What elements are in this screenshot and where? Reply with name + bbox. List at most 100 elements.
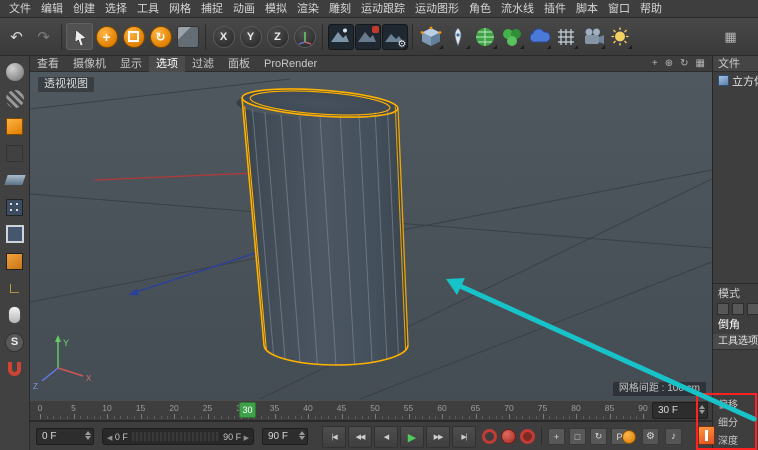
edges-mode-button[interactable] (4, 223, 26, 245)
param-row[interactable]: 深度 (713, 434, 758, 450)
viewport-menu-item[interactable]: 过滤 (185, 56, 221, 72)
prev-key-button[interactable]: ◀◀ (348, 426, 372, 448)
range-start-field[interactable]: 0 F (36, 428, 94, 445)
switch-view-icon[interactable]: ▦ (696, 56, 705, 72)
rotate-view-icon[interactable]: ↻ (680, 56, 688, 72)
viewport-menu-item[interactable]: ProRender (257, 56, 324, 72)
light-button[interactable] (606, 23, 633, 50)
magnet-snap-button[interactable] (4, 358, 26, 380)
viewport-menu-item[interactable]: 面板 (221, 56, 257, 72)
attribute-mode-menu[interactable]: 模式 (713, 286, 758, 302)
undo-button[interactable]: ↶ (3, 23, 30, 50)
record-scale-button[interactable]: □ (569, 428, 586, 445)
goto-end-button[interactable]: ▶| (452, 426, 476, 448)
solo-button[interactable] (622, 430, 636, 444)
selection-tool-button[interactable] (66, 23, 93, 50)
range-left-handle[interactable]: ◀ 0 F (107, 432, 128, 442)
menubar-item[interactable]: 文件 (4, 0, 36, 18)
render-settings-button[interactable]: ⚙ (381, 23, 408, 50)
viewport-solo-button[interactable] (4, 304, 26, 326)
render-view-button[interactable] (327, 23, 354, 50)
render-picture-viewer-button[interactable] (354, 23, 381, 50)
frame-stepper[interactable] (699, 405, 705, 414)
timeline-playhead[interactable]: 30 (239, 402, 256, 418)
enable-axis-button[interactable]: ∟ (4, 277, 26, 299)
keyframe-selection-button[interactable] (520, 429, 535, 444)
autokey-button[interactable] (501, 429, 516, 444)
menubar-item[interactable]: 网格 (164, 0, 196, 18)
timeline-ruler[interactable]: 051015202530354045505560657075808590 30 … (30, 400, 712, 421)
param-row[interactable]: 细分 (713, 416, 758, 432)
keyframe-options-button[interactable] (698, 426, 715, 445)
menubar-item[interactable]: 渲染 (292, 0, 324, 18)
workplane-mode-button[interactable] (4, 169, 26, 191)
menubar-item[interactable]: 脚本 (571, 0, 603, 18)
range-end-field[interactable]: 90 F (262, 428, 308, 445)
volume-button[interactable] (525, 23, 552, 50)
view-label[interactable]: 透视视图 (38, 77, 94, 92)
sound-button[interactable]: ♪ (665, 428, 682, 445)
record-keyframe-button[interactable] (482, 429, 497, 444)
coord-system-button[interactable] (291, 23, 318, 50)
menubar-item[interactable]: 运动跟踪 (356, 0, 410, 18)
viewport-menu-item[interactable]: 摄像机 (66, 56, 113, 72)
model-mode-button[interactable] (4, 115, 26, 137)
menubar-item[interactable]: 角色 (464, 0, 496, 18)
snap-toggle-button[interactable]: S (4, 331, 26, 353)
menubar-item[interactable]: 工具 (132, 0, 164, 18)
menubar-item[interactable]: 帮助 (635, 0, 667, 18)
viewport-menu-item[interactable]: 显示 (113, 56, 149, 72)
play-button[interactable]: ▶ (400, 426, 424, 448)
tab-tool-options[interactable]: 工具选项 (713, 334, 758, 350)
menubar-item[interactable]: 运动图形 (410, 0, 464, 18)
keying-settings-button[interactable]: ⚙ (642, 428, 659, 445)
points-mode-button[interactable] (4, 196, 26, 218)
menubar-item[interactable]: 插件 (539, 0, 571, 18)
current-tool-button[interactable] (174, 23, 201, 50)
record-rotation-button[interactable]: ↻ (590, 428, 607, 445)
menubar-item[interactable]: 选择 (100, 0, 132, 18)
zoom-view-icon[interactable]: ⊕ (665, 56, 673, 72)
rotate-tool-button[interactable]: ↻ (147, 23, 174, 50)
scale-tool-button[interactable] (120, 23, 147, 50)
menubar-item[interactable]: 创建 (68, 0, 100, 18)
object-manager-file-menu[interactable]: 文件 (713, 56, 758, 72)
lock-y-button[interactable]: Y (237, 23, 264, 50)
redo-button[interactable]: ↷ (30, 23, 57, 50)
mograph-button[interactable] (498, 23, 525, 50)
start-stepper[interactable] (85, 431, 91, 440)
end-stepper[interactable] (299, 431, 305, 440)
menubar-item[interactable]: 捕捉 (196, 0, 228, 18)
menubar-item[interactable]: 窗口 (603, 0, 635, 18)
attribute-tab-icon[interactable] (717, 303, 729, 315)
viewport-menu-item[interactable]: 选项 (149, 56, 185, 72)
layout-panel-button[interactable]: ▦ (717, 23, 744, 50)
range-grip[interactable] (132, 432, 219, 441)
camera-button[interactable] (579, 23, 606, 50)
viewport-menu-item[interactable]: 查看 (30, 56, 66, 72)
menubar-item[interactable]: 雕刻 (324, 0, 356, 18)
move-tool-button[interactable]: + (93, 23, 120, 50)
attribute-tab-icon[interactable] (732, 303, 744, 315)
goto-start-button[interactable]: |◀ (322, 426, 346, 448)
preview-range-slider[interactable]: ◀ 0 F 90 F ▶ (102, 428, 254, 445)
menubar-item[interactable]: 模拟 (260, 0, 292, 18)
spline-pen-button[interactable] (444, 23, 471, 50)
menubar-item[interactable]: 动画 (228, 0, 260, 18)
polygons-mode-button[interactable] (4, 250, 26, 272)
menubar-item[interactable]: 编辑 (36, 0, 68, 18)
object-list-item[interactable]: 立方体 (713, 74, 758, 90)
next-frame-button[interactable]: ▶▶ (426, 426, 450, 448)
viewport-3d[interactable]: Y X Z 透视视图 网格间距 : 100 cm (30, 72, 712, 400)
cube-primitive-button[interactable] (417, 23, 444, 50)
field-grid-button[interactable] (552, 23, 579, 50)
attribute-tab-icon[interactable] (747, 303, 758, 315)
texture-mode-button[interactable] (4, 88, 26, 110)
object-axis-mode-button[interactable] (4, 142, 26, 164)
record-position-button[interactable]: + (548, 428, 565, 445)
range-right-handle[interactable]: 90 F ▶ (223, 432, 249, 442)
subdivision-surface-button[interactable] (471, 23, 498, 50)
menubar-item[interactable]: 流水线 (496, 0, 539, 18)
lock-z-button[interactable]: Z (264, 23, 291, 50)
current-frame-field[interactable]: 30 F (652, 402, 708, 419)
